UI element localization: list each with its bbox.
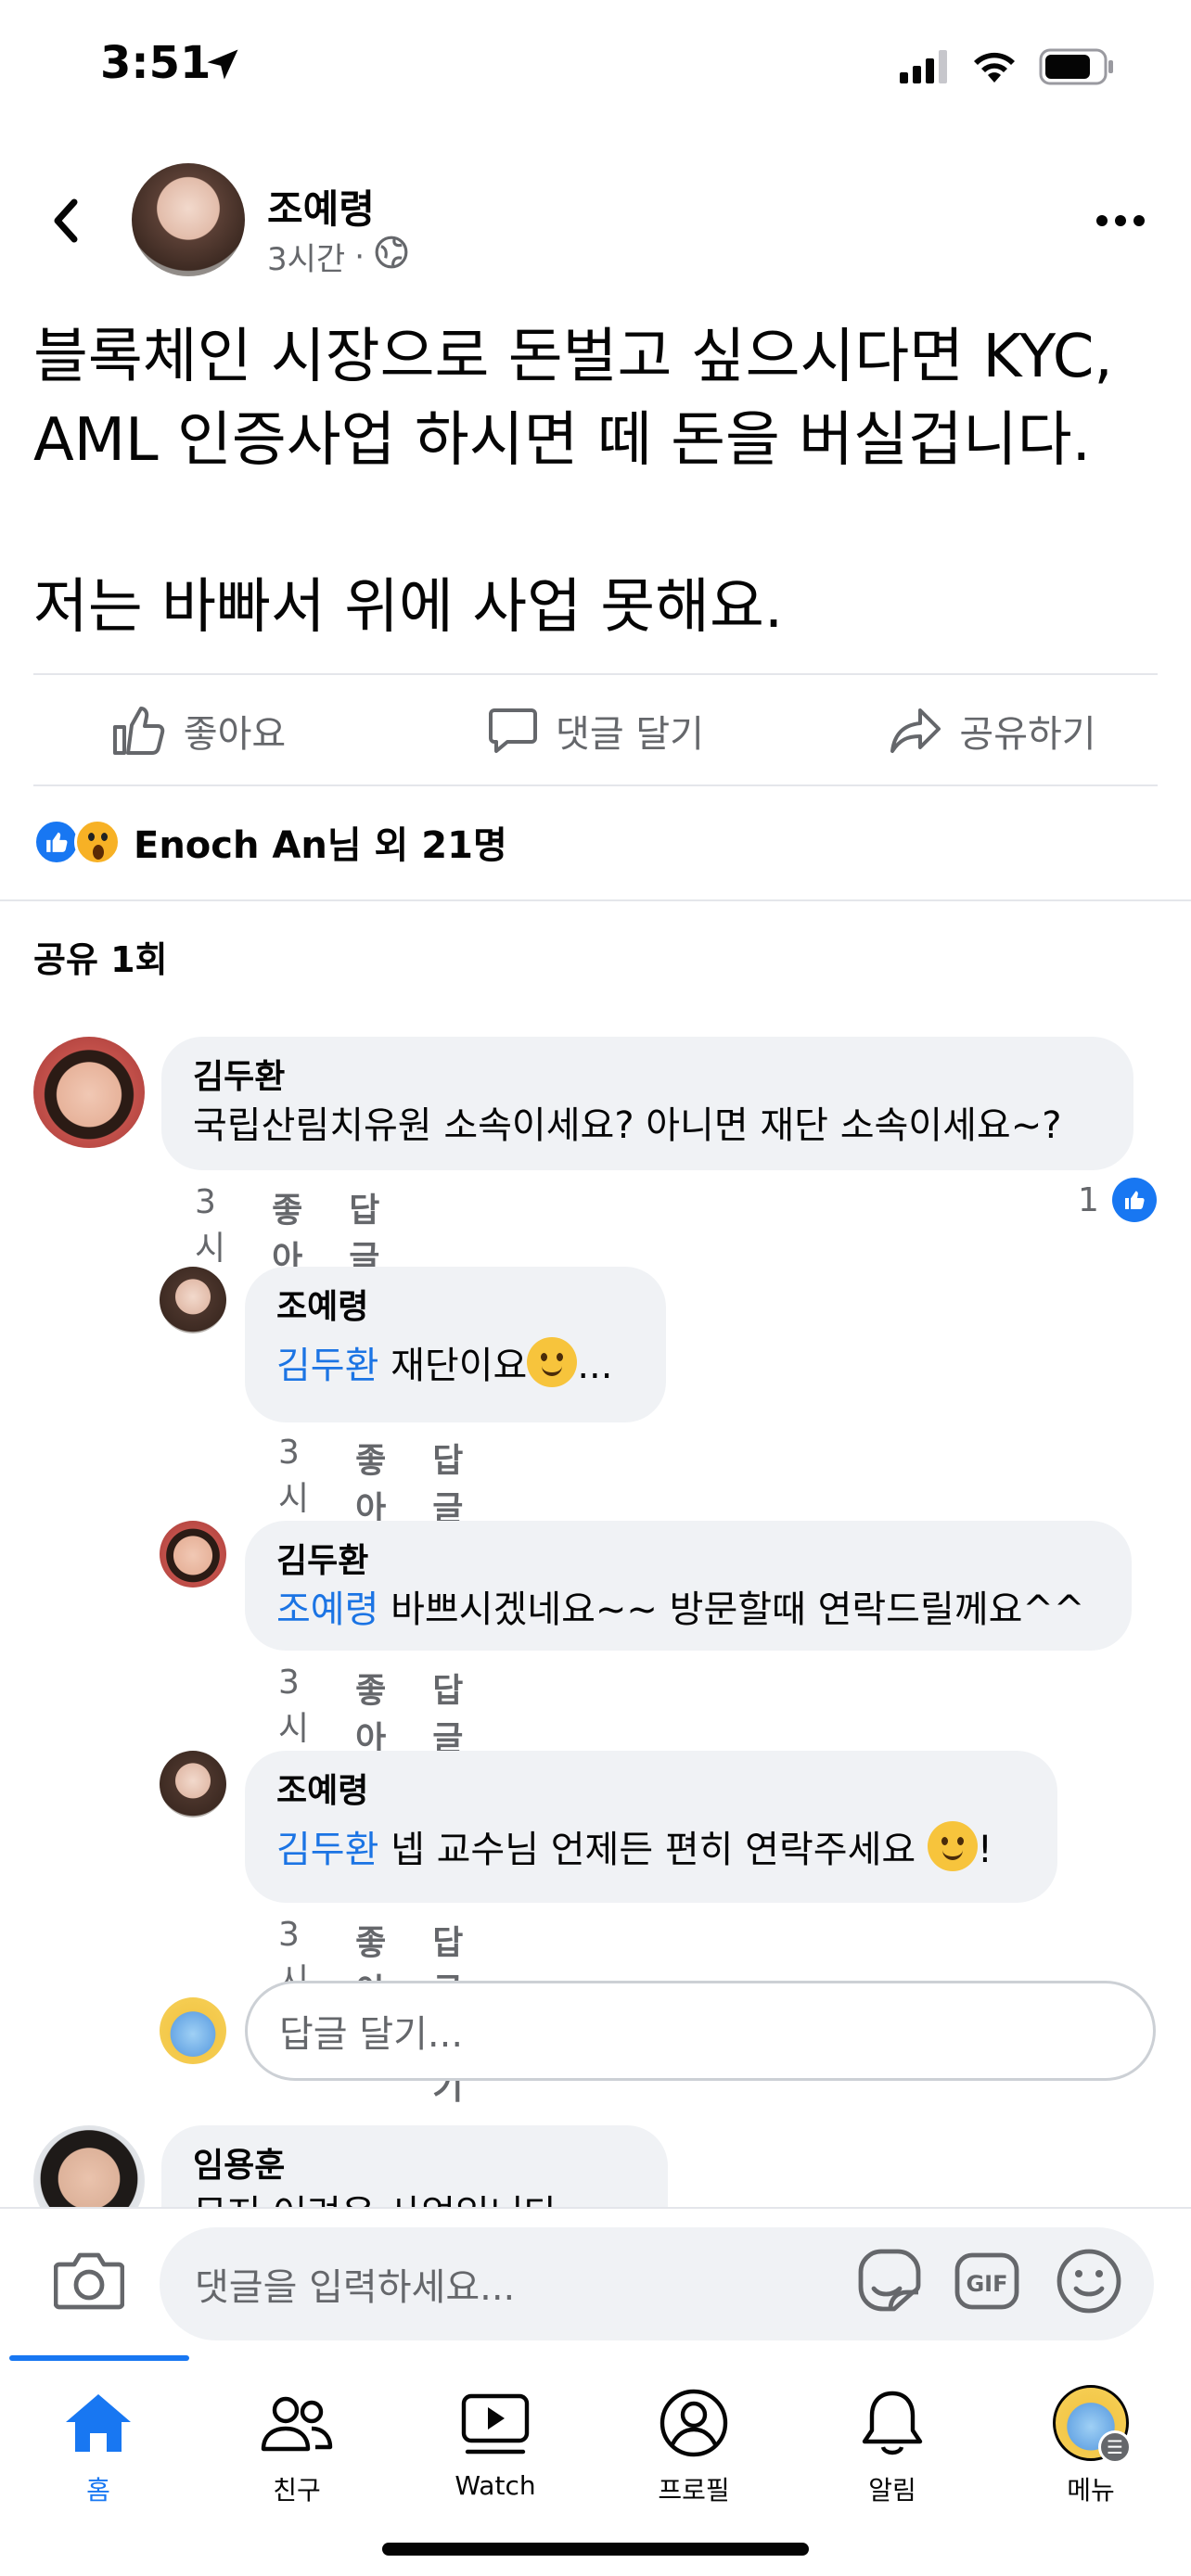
watch-icon xyxy=(403,2381,588,2465)
menu-avatar: ☰ xyxy=(1053,2385,1132,2464)
wow-reaction-icon xyxy=(74,819,121,865)
bell-icon xyxy=(800,2381,985,2465)
home-indicator xyxy=(382,2543,809,2556)
reply-input[interactable]: 답글 달기... xyxy=(245,1981,1156,2081)
tab-label: 친구 xyxy=(273,2475,321,2506)
comment-text: 조예령 바쁘시겠네요~~ 방문할때 연락드릴께요^^ xyxy=(276,1584,1100,1636)
comment-like-count[interactable]: 1 xyxy=(1078,1178,1157,1222)
commenter-avatar[interactable] xyxy=(33,1037,145,1148)
status-indicators xyxy=(900,48,1115,89)
tab-label: 알림 xyxy=(868,2475,916,2506)
tab-profile[interactable]: 프로필 xyxy=(601,2381,787,2507)
tab-menu[interactable]: ☰ 메뉴 xyxy=(998,2381,1184,2507)
tab-label: Watch xyxy=(455,2470,536,2501)
commenter-name[interactable]: 임용훈 xyxy=(193,2144,636,2188)
status-bar: 3:51 xyxy=(0,0,1191,130)
comment-text-part: ... xyxy=(577,1345,613,1387)
current-user-avatar xyxy=(160,1997,226,2064)
author-avatar[interactable] xyxy=(132,163,245,276)
svg-text:GIF: GIF xyxy=(966,2271,1007,2297)
camera-icon[interactable] xyxy=(53,2250,125,2315)
commenter-name[interactable]: 조예령 xyxy=(276,1769,1026,1814)
tab-home[interactable]: 홈 xyxy=(6,2381,191,2507)
comment-bubble-icon xyxy=(487,705,539,757)
globe-icon xyxy=(374,235,409,278)
share-button[interactable]: 공유하기 xyxy=(794,704,1191,758)
gif-icon[interactable]: GIF xyxy=(952,2246,1022,2320)
commenter-avatar[interactable] xyxy=(160,1267,226,1333)
status-time: 3:51 xyxy=(100,37,211,89)
post-action-bar: 좋아요 댓글 달기 공유하기 xyxy=(0,677,1191,784)
comment-composer: 댓글을 입력하세요... GIF xyxy=(0,2207,1191,2355)
commenter-name[interactable]: 김두환 xyxy=(276,1539,1100,1584)
tab-label: 프로필 xyxy=(658,2475,730,2506)
back-icon[interactable] xyxy=(43,193,89,249)
like-button[interactable]: 좋아요 xyxy=(0,704,397,758)
comment-text-part: ! xyxy=(977,1829,992,1871)
slight-smile-emoji-icon xyxy=(927,1821,978,1871)
meta-separator: · xyxy=(354,237,365,275)
tab-watch[interactable]: Watch xyxy=(403,2381,588,2501)
comment-text-part: 재단이요 xyxy=(378,1345,528,1387)
divider xyxy=(33,673,1158,675)
mention-link[interactable]: 김두환 xyxy=(276,1345,378,1387)
section-divider xyxy=(0,899,1191,901)
tab-notifications[interactable]: 알림 xyxy=(800,2381,985,2507)
comment-bubble[interactable]: 김두환 국립산림치유원 소속이세요? 아니면 재단 소속이세요~? xyxy=(161,1037,1133,1170)
comment-button[interactable]: 댓글 달기 xyxy=(397,704,794,758)
tab-label: 메뉴 xyxy=(1067,2475,1115,2506)
comment-text: 김두환 넵 교수님 언제든 편히 연락주세요 ! xyxy=(276,1821,1026,1876)
mention-link[interactable]: 조예령 xyxy=(276,1588,378,1631)
like-reaction-icon xyxy=(33,819,80,865)
active-tab-indicator xyxy=(9,2355,189,2361)
like-count-number: 1 xyxy=(1078,1180,1099,1219)
author-name[interactable]: 조예령 xyxy=(267,178,375,235)
comment-label: 댓글 달기 xyxy=(556,713,704,756)
location-arrow-icon xyxy=(202,45,243,89)
comment-text-part: 넵 교수님 언제든 편히 연락주세요 xyxy=(378,1829,928,1871)
comment-bubble[interactable]: 김두환 조예령 바쁘시겠네요~~ 방문할때 연락드릴께요^^ xyxy=(245,1521,1132,1651)
reactions-text: Enoch An님 외 21명 xyxy=(134,824,507,867)
divider xyxy=(33,784,1158,786)
post-header: 조예령 3시간 · xyxy=(0,158,1191,287)
comment-text-part: 바쁘시겠네요~~ 방문할때 연락드릴께요^^ xyxy=(378,1588,1085,1631)
reactions-summary[interactable]: Enoch An님 외 21명 xyxy=(33,816,507,868)
home-icon xyxy=(6,2381,191,2465)
friends-icon xyxy=(204,2381,390,2465)
comment-text: 김두환 재단이요... xyxy=(276,1337,634,1392)
commenter-avatar[interactable] xyxy=(160,1521,226,1588)
commenter-name[interactable]: 조예령 xyxy=(276,1285,634,1330)
post-time[interactable]: 3시간 xyxy=(267,234,345,279)
signal-icon xyxy=(900,50,950,87)
tab-bar: 홈 친구 Watch 프로필 알림 ☰ 메뉴 xyxy=(0,2355,1191,2576)
like-reaction-icon xyxy=(1111,1178,1157,1222)
share-label: 공유하기 xyxy=(959,713,1096,756)
profile-icon xyxy=(601,2381,787,2465)
like-label: 좋아요 xyxy=(183,713,287,756)
comment-bubble[interactable]: 조예령 김두환 넵 교수님 언제든 편히 연락주세요 ! xyxy=(245,1751,1057,1903)
battery-icon xyxy=(1039,48,1115,89)
commenter-name[interactable]: 김두환 xyxy=(193,1055,1102,1100)
emoji-icon[interactable] xyxy=(1054,2246,1124,2320)
tab-friends[interactable]: 친구 xyxy=(204,2381,390,2507)
hamburger-icon: ☰ xyxy=(1098,2430,1132,2464)
thumbs-up-icon xyxy=(111,705,167,757)
comment-bubble[interactable]: 조예령 김두환 재단이요... xyxy=(245,1267,666,1422)
more-options-icon[interactable] xyxy=(1093,211,1148,230)
post-meta: 3시간 · xyxy=(267,234,409,279)
slight-smile-emoji-icon xyxy=(527,1337,578,1387)
tab-menu-icon-wrap: ☰ xyxy=(998,2381,1184,2465)
commenter-avatar[interactable] xyxy=(160,1751,226,1817)
wifi-icon xyxy=(970,49,1018,88)
share-arrow-icon xyxy=(889,705,942,757)
mention-link[interactable]: 김두환 xyxy=(276,1829,378,1871)
post-text: 블록체인 시장으로 돈벌고 싶으시다면 KYC, AML 인증사업 하시면 떼 … xyxy=(33,323,1113,642)
sticker-icon[interactable] xyxy=(852,2246,924,2322)
comment-text: 국립산림치유원 소속이세요? 아니면 재단 소속이세요~? xyxy=(193,1104,1062,1147)
share-count[interactable]: 공유 1회 xyxy=(33,931,168,982)
tab-label: 홈 xyxy=(86,2475,110,2506)
